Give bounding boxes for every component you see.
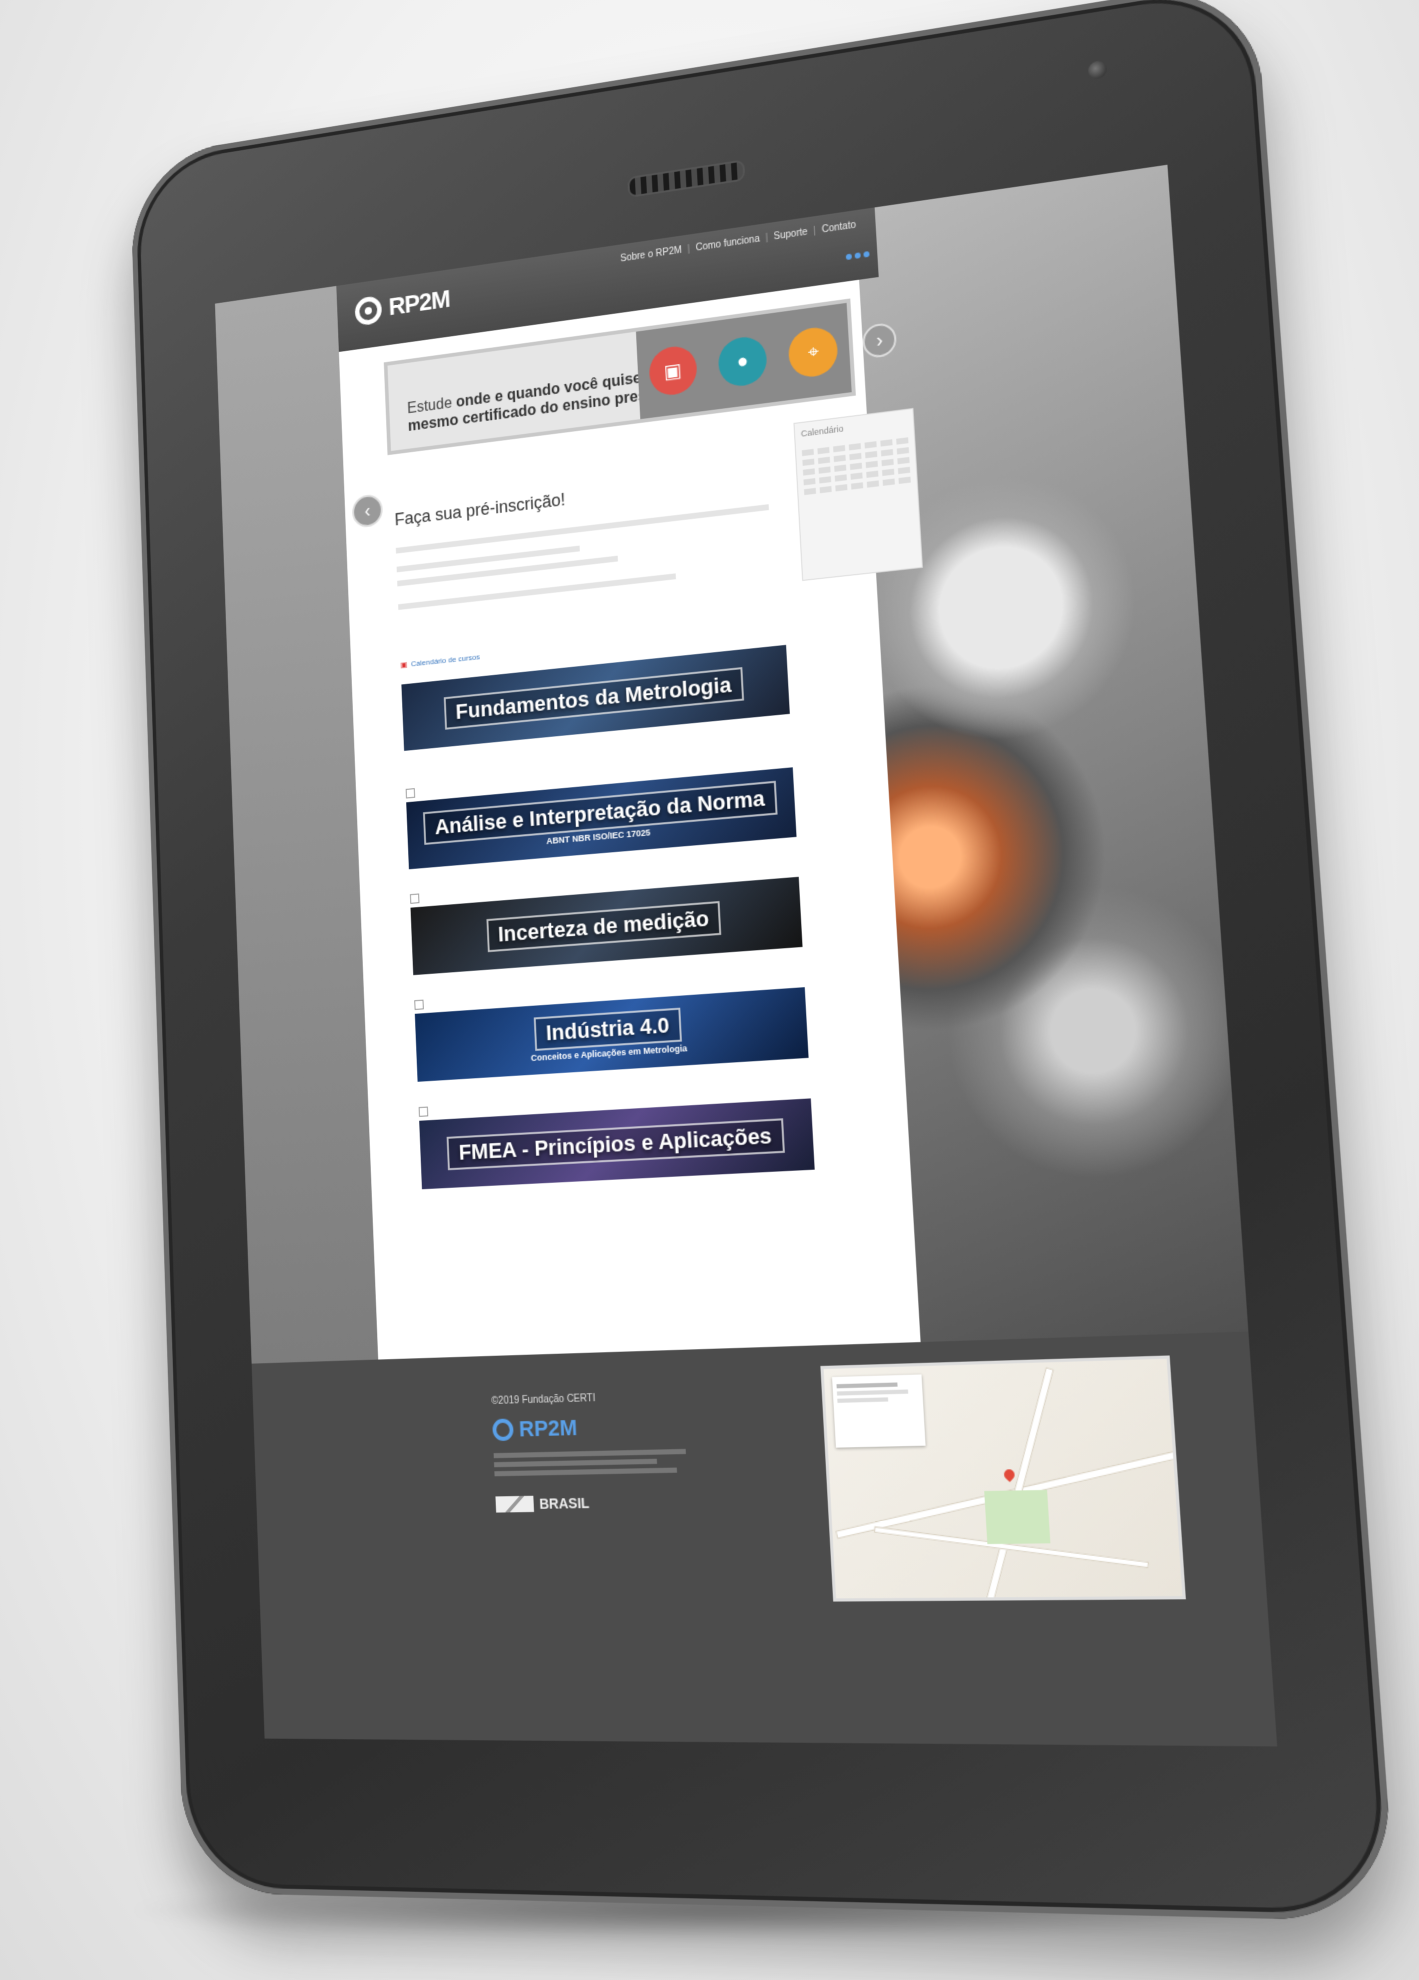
map-pin-icon: ⌖ — [787, 324, 840, 380]
course-title: FMEA - Princípios e Aplicações — [446, 1118, 785, 1171]
intro-text-line — [397, 555, 618, 587]
checkbox-icon[interactable] — [418, 1106, 429, 1117]
checkbox-icon[interactable] — [409, 893, 420, 904]
checkbox-icon[interactable] — [414, 999, 424, 1010]
menu-dots-icon[interactable] — [845, 251, 870, 261]
course-title: Fundamentos da Metrologia — [444, 667, 744, 730]
nav-separator: | — [687, 243, 691, 255]
nav-item-sobre[interactable]: Sobre o RP2M — [620, 245, 682, 264]
calendar-icon: ▣ — [400, 660, 408, 670]
course-item[interactable]: Análise e Interpretação da Norma ABNT NB… — [405, 753, 797, 870]
calendar-widget: Calendário — [793, 407, 923, 581]
nav-item-suporte[interactable]: Suporte — [774, 227, 808, 242]
logo-ring-icon — [492, 1418, 514, 1442]
calendar-link[interactable]: ▣ Calendário de cursos — [400, 653, 480, 670]
site-logo[interactable]: RP2M — [354, 284, 451, 327]
course-item[interactable]: Indústria 4.0 Conceitos e Aplicações em … — [414, 973, 809, 1082]
speaker-grille — [627, 159, 746, 198]
tablet-screen: RP2M Sobre o RP2M | Como funciona | Supo… — [214, 164, 1278, 1747]
course-item[interactable]: FMEA - Princípios e Aplicações — [418, 1084, 815, 1190]
footer-logo[interactable]: RP2M — [492, 1412, 705, 1444]
content-card: Faça sua pré-inscrição! ▣ Calendário de … — [383, 424, 834, 1339]
footer-address — [493, 1448, 707, 1477]
nav-item-como-funciona[interactable]: Como funciona — [695, 234, 760, 254]
map-infobox — [832, 1374, 926, 1448]
checkbox-icon[interactable] — [405, 788, 416, 799]
brasil-logo: BRASIL — [495, 1493, 708, 1513]
brasil-flag-icon — [495, 1495, 535, 1513]
page-title: Faça sua pré-inscrição! — [394, 489, 566, 530]
footer-logo-text: RP2M — [518, 1414, 578, 1442]
course-title: Incerteza de medição — [486, 901, 722, 953]
map-park — [984, 1489, 1051, 1545]
camera-icon — [1087, 59, 1108, 81]
tablet-device: RP2M Sobre o RP2M | Como funciona | Supo… — [129, 0, 1397, 1922]
top-nav: Sobre o RP2M | Como funciona | Suporte |… — [620, 220, 856, 264]
nav-separator: | — [765, 232, 769, 244]
course-item[interactable]: Incerteza de medição — [409, 863, 803, 976]
nav-separator: | — [813, 225, 817, 237]
laptop-icon: ▣ — [647, 343, 698, 398]
logo-ring-icon — [354, 294, 383, 327]
nav-item-contato[interactable]: Contato — [821, 220, 856, 236]
site-footer: ©2019 Fundação CERTI RP2M BRASIL — [491, 1390, 708, 1513]
location-map[interactable] — [820, 1355, 1186, 1602]
map-pin-icon[interactable] — [1001, 1467, 1017, 1483]
logo-text: RP2M — [388, 284, 451, 321]
user-icon: ● — [717, 334, 768, 389]
